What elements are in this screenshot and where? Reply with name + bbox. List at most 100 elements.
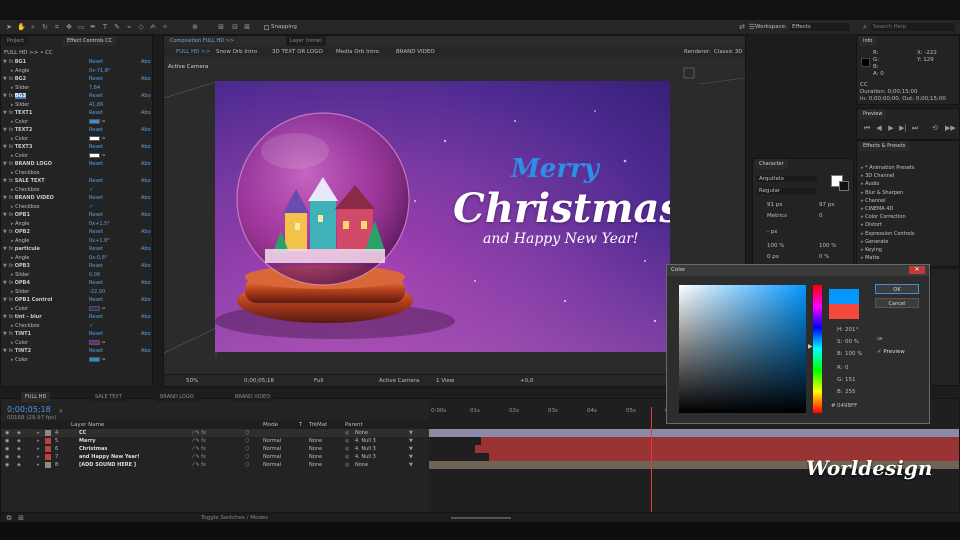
effect-row[interactable]: ▸ Color ✑: [1, 118, 153, 127]
audio-icon[interactable]: ◈: [17, 461, 21, 469]
workspace-sync-icon[interactable]: ⇄: [738, 23, 746, 31]
composition-frame[interactable]: Merry Christmas and Happy New Year!: [215, 81, 670, 352]
pickwhip-icon[interactable]: ◎: [345, 445, 349, 453]
exposure-value[interactable]: +0,0: [520, 378, 533, 384]
about-link[interactable]: Abo: [141, 347, 151, 356]
effect-row[interactable]: ▼ fx OPB3 Reset Abo: [1, 262, 153, 271]
3d-layer-icon[interactable]: ⬡: [245, 445, 249, 453]
reset-link[interactable]: Reset: [89, 143, 103, 152]
breadcrumb-item[interactable]: BRAND VIDEO: [396, 49, 435, 55]
parent-select[interactable]: None: [355, 461, 368, 469]
about-link[interactable]: Abo: [141, 58, 151, 67]
saturation-brightness-field[interactable]: [679, 285, 806, 413]
r-value[interactable]: 0: [845, 365, 849, 371]
resolution-select[interactable]: Full: [314, 378, 323, 384]
effect-row[interactable]: ▸ Angle 0x-0,8°: [1, 254, 153, 263]
trkmat-select[interactable]: None: [309, 437, 322, 445]
zoom-level[interactable]: 50%: [186, 378, 198, 384]
about-link[interactable]: Abo: [141, 126, 151, 135]
table-row[interactable]: ◉ ◈ ▸ 8 [ADD SOUND HERE ] ⁄ ✎ fx ⬡ Normal None ◎ N…: [1, 461, 429, 469]
timeline-timecode[interactable]: 0;00;05;18: [7, 405, 51, 414]
label-color[interactable]: [45, 438, 51, 444]
eye-icon[interactable]: ◉: [5, 445, 9, 453]
breadcrumb-item[interactable]: Snow Orb Intro: [216, 49, 257, 55]
tab-effect-controls[interactable]: Effect Controls CC: [63, 36, 117, 46]
label-color[interactable]: [45, 462, 51, 468]
font-family-select[interactable]: Arquitelo: [757, 176, 817, 182]
about-link[interactable]: Abo: [141, 296, 151, 305]
s-value[interactable]: 00 %: [845, 339, 859, 345]
property-value[interactable]: 0,06: [89, 271, 100, 280]
effect-row[interactable]: ▸ Slider 41,86: [1, 101, 153, 110]
effect-row[interactable]: ▼ fx OPB4 Reset Abo: [1, 279, 153, 288]
ram-preview-icon[interactable]: ▶▶: [945, 124, 956, 132]
effect-row[interactable]: ▸ Color ✑: [1, 152, 153, 161]
axis-mode-icon[interactable]: ⊕: [191, 23, 199, 31]
toggle-switches-modes[interactable]: Toggle Switches / Modes: [201, 515, 268, 521]
clone-tool-icon[interactable]: ⌁: [125, 23, 133, 31]
effect-row[interactable]: ▸ Color ✑: [1, 356, 153, 365]
color-swatch[interactable]: ✑: [89, 152, 106, 161]
h-value[interactable]: 201°: [845, 327, 858, 333]
mask-tool-icon[interactable]: ▭: [77, 23, 85, 31]
about-link[interactable]: Abo: [141, 109, 151, 118]
reset-link[interactable]: Reset: [89, 245, 103, 254]
audio-icon[interactable]: ◈: [17, 445, 21, 453]
mode-select[interactable]: Normal: [263, 445, 281, 453]
mode-select[interactable]: Normal: [263, 453, 281, 461]
switches-icon[interactable]: ⁄ ✎ fx: [193, 429, 206, 437]
hex-value[interactable]: 0498FF: [837, 403, 857, 409]
switches-icon[interactable]: ⁄ ✎ fx: [193, 437, 206, 445]
effect-row[interactable]: ▼ fx BG1 Reset Abo: [1, 58, 153, 67]
label-color[interactable]: [45, 430, 51, 436]
loop-icon[interactable]: ⟲: [931, 124, 939, 132]
track-bar-merry[interactable]: [481, 437, 959, 445]
effect-row[interactable]: ▼ fx TINT2 Reset Abo: [1, 347, 153, 356]
b-value[interactable]: 100 %: [845, 351, 862, 357]
effect-row[interactable]: ▼ fx TEXT2 Reset Abo: [1, 126, 153, 135]
effects-category[interactable]: ▸ * Animation Presets: [861, 165, 914, 171]
selection-tool-icon[interactable]: ➤: [5, 23, 13, 31]
about-link[interactable]: Abo: [141, 143, 151, 152]
property-value[interactable]: 0x+1,5°: [89, 220, 110, 229]
hand-tool-icon[interactable]: ✋: [17, 23, 26, 31]
reset-link[interactable]: Reset: [89, 177, 103, 186]
g-value[interactable]: 151: [845, 377, 856, 383]
switches-icon[interactable]: ⁄ ✎ fx: [193, 461, 206, 469]
stroke-color-swatch[interactable]: [839, 181, 849, 191]
vertical-scale[interactable]: 100 %: [767, 243, 784, 249]
tab-composition[interactable]: Composition FULL HD >>: [166, 36, 239, 46]
eyedropper-icon[interactable]: ✑: [877, 335, 883, 343]
effect-row[interactable]: ▸ Checkbox: [1, 169, 153, 178]
effect-row[interactable]: ▼ fx OPB1 Control Reset Abo: [1, 296, 153, 305]
effects-category[interactable]: ▸ Generate: [861, 239, 888, 245]
play-icon[interactable]: ▶: [887, 124, 895, 132]
color-swatch[interactable]: ✑: [89, 118, 106, 127]
eye-icon[interactable]: ◉: [5, 437, 9, 445]
about-link[interactable]: Abo: [141, 279, 151, 288]
about-link[interactable]: Abo: [141, 75, 151, 84]
switches-icon[interactable]: ⁄ ✎ fx: [193, 453, 206, 461]
reset-link[interactable]: Reset: [89, 313, 103, 322]
reset-link[interactable]: Reset: [89, 75, 103, 84]
eraser-tool-icon[interactable]: ◇: [137, 23, 145, 31]
hue-slider-arrow-icon[interactable]: ▶: [808, 343, 813, 350]
track-bar-christmas[interactable]: [475, 445, 959, 453]
eye-icon[interactable]: ◉: [5, 461, 9, 469]
first-frame-icon[interactable]: ⏮: [863, 124, 871, 132]
property-value[interactable]: 0x+1,8°: [89, 237, 110, 246]
color-swatch[interactable]: ✑: [89, 339, 106, 348]
tsume[interactable]: 0 %: [819, 254, 829, 260]
preview-checkbox[interactable]: ✓ Preview: [877, 349, 905, 355]
table-row[interactable]: ◉ ◈ ▸ 6 Christmas ⁄ ✎ fx ⬡ Normal None ◎ 4. Null 3…: [1, 445, 429, 453]
pen-tool-icon[interactable]: ✒: [89, 23, 97, 31]
parent-select[interactable]: 4. Null 3: [355, 453, 376, 461]
rotate-tool-icon[interactable]: ↻: [41, 23, 49, 31]
font-size[interactable]: 91 px: [767, 202, 783, 208]
table-row[interactable]: ◉ ◈ ▸ 4 CC ⁄ ✎ fx ⬡ ◎ None ▼: [1, 429, 429, 437]
tab-preview[interactable]: Preview: [859, 109, 887, 119]
effect-row[interactable]: ▼ fx SALE TEXT Reset Abo: [1, 177, 153, 186]
color-swatch[interactable]: ✑: [89, 356, 106, 365]
chevron-down-icon[interactable]: ▼: [409, 461, 413, 469]
3d-layer-icon[interactable]: ⬡: [245, 453, 249, 461]
